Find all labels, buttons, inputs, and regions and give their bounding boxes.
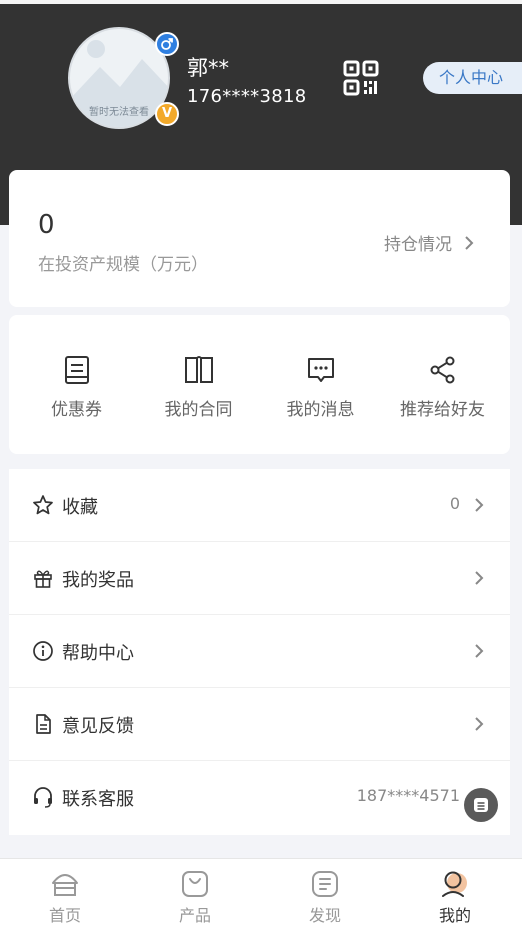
vip-badge: V [155,102,179,126]
info-icon [33,641,53,661]
user-phone: 176****3818 [187,86,307,107]
shortcut-contract[interactable]: 我的合同 [136,355,261,420]
shortcut-share[interactable]: 推荐给好友 [380,355,505,420]
shortcut-label: 推荐给好友 [400,400,485,420]
star-icon [33,495,53,515]
headset-icon [34,787,52,808]
menu-item-label: 我的奖品 [62,570,134,591]
floating-service-button[interactable] [464,788,498,822]
home-icon [52,874,78,896]
profile-icon [442,871,467,897]
gift-icon [34,570,52,588]
holdings-link[interactable]: 持仓情况 [384,230,474,255]
chevron-right-icon [475,717,484,731]
menu-item-favorites[interactable]: 收藏 0 [9,469,510,542]
menu-item-label: 联系客服 [62,789,134,810]
tab-label: 首页 [48,906,81,925]
favorites-count: 0 [449,494,460,513]
coupon-icon [64,356,89,384]
shortcut-messages[interactable]: 我的消息 [258,355,383,420]
holdings-label: 持仓情况 [384,235,452,255]
message-icon [307,358,334,382]
chevron-right-icon [475,644,484,658]
shortcut-coupon[interactable]: 优惠券 [14,355,139,420]
menu-item-help[interactable]: 帮助中心 [9,615,510,688]
discover-icon [312,871,338,897]
contract-book-icon [184,356,213,383]
menu-item-label: 帮助中心 [62,643,134,664]
asset-card: 0 在投资产规模（万元） 持仓情况 [9,170,510,307]
chevron-right-icon [475,571,484,585]
service-phone: 187****4571 [356,786,460,805]
bottom-tab-bar: 首页 产品 发现 我的 [0,858,522,930]
asset-value: 0 [38,210,55,240]
shortcut-label: 优惠券 [51,400,102,420]
share-icon [430,356,454,384]
tab-label: 我的 [438,906,471,925]
menu-item-label: 意见反馈 [62,716,134,737]
menu-list: 收藏 0 我的奖品 帮助中心 意见反馈 联系客服 187****4571 [9,469,510,835]
shortcut-label: 我的合同 [164,400,233,420]
chat-icon [474,798,488,812]
menu-item-feedback[interactable]: 意见反馈 [9,688,510,761]
menu-item-label: 收藏 [62,497,98,518]
personal-center-button[interactable]: 个人中心 [423,62,522,94]
chevron-right-icon [465,235,474,250]
chevron-right-icon [475,498,484,512]
male-gender-icon [155,32,179,56]
asset-label: 在投资产规模（万元） [38,255,208,275]
tab-label: 发现 [308,906,341,925]
tab-mine[interactable]: 我的 [390,869,520,926]
shortcut-label: 我的消息 [286,400,355,420]
avatar-placeholder-text: 暂时无法查看 [89,107,149,118]
tab-label: 产品 [178,906,211,925]
user-name: 郭** [187,56,229,80]
shortcuts-card: 优惠券 我的合同 我的消息 推荐给好友 [9,315,510,454]
document-icon [36,714,51,734]
tab-discover[interactable]: 发现 [260,869,390,926]
qr-code-icon[interactable] [343,60,379,96]
menu-item-customer-service[interactable]: 联系客服 187****4571 [9,761,510,834]
product-bag-icon [182,871,208,897]
tab-home[interactable]: 首页 [0,869,130,926]
menu-item-prizes[interactable]: 我的奖品 [9,542,510,615]
tab-products[interactable]: 产品 [130,869,260,926]
